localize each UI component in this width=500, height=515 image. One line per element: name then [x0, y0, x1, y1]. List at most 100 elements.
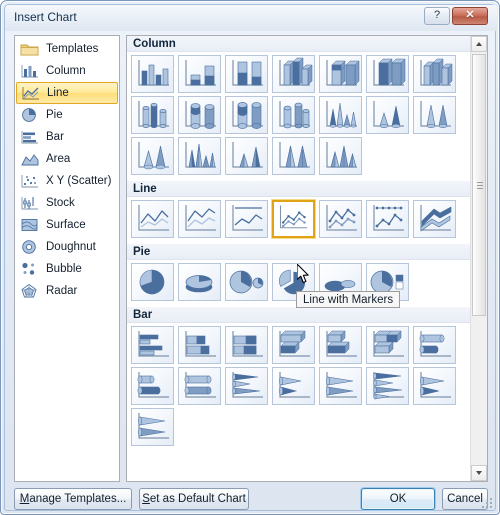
- sidebar-item-bar[interactable]: Bar: [16, 126, 118, 148]
- chart-thumb-pie-3d[interactable]: [178, 263, 221, 301]
- chart-thumb-100-stacked-column[interactable]: [225, 55, 268, 93]
- sidebar-item-label: Pie: [46, 109, 63, 121]
- chart-category-list[interactable]: Templates Column Line Pie Bar Area X Y (Scatte…: [14, 35, 120, 482]
- sidebar-item-label: Area: [46, 153, 71, 165]
- chart-thumb-100-stacked-bar[interactable]: [225, 326, 268, 364]
- chart-thumb-100-stacked-cone[interactable]: [413, 96, 456, 134]
- gallery-section-header: Bar: [127, 307, 472, 323]
- chart-thumb-100-stacked-cylinder-bar[interactable]: [178, 367, 221, 405]
- sidebar-item-surface[interactable]: Surface: [16, 214, 118, 236]
- chart-thumb-3d-clustered-column[interactable]: [272, 55, 315, 93]
- chart-thumb-line-with-markers[interactable]: [272, 200, 315, 238]
- chart-thumb-100-stacked-line-with-markers[interactable]: [366, 200, 409, 238]
- help-button[interactable]: ?: [424, 7, 450, 25]
- radar-chart-icon: [16, 283, 46, 299]
- folder-icon: [16, 41, 46, 57]
- chart-thumb-3d-100-stacked-bar[interactable]: [366, 326, 409, 364]
- scrollbar-thumb[interactable]: [472, 54, 486, 316]
- dialog-button-bar: Manage Templates... Set as Default Chart…: [5, 484, 497, 512]
- chart-thumb-stacked-pyramid[interactable]: [225, 137, 268, 175]
- close-icon[interactable]: ✕: [452, 7, 488, 25]
- resize-grip-icon[interactable]: [482, 498, 494, 510]
- gallery-row: [127, 408, 472, 446]
- sidebar-item-templates[interactable]: Templates: [16, 38, 118, 60]
- chart-thumb-stacked-bar[interactable]: [178, 326, 221, 364]
- chart-thumb-3d-cylinder[interactable]: [272, 96, 315, 134]
- sidebar-item-column[interactable]: Column: [16, 60, 118, 82]
- chart-thumb-pie-of-pie[interactable]: [225, 263, 268, 301]
- bubble-chart-icon: [16, 261, 46, 277]
- dialog-inner-frame: Insert Chart ? ✕ Templates Column Line Pie B…: [4, 4, 497, 512]
- title-bar[interactable]: Insert Chart ? ✕: [5, 5, 497, 31]
- chart-thumb-3d-line[interactable]: [413, 200, 456, 238]
- chart-thumb-3d-stacked-bar[interactable]: [319, 326, 362, 364]
- sidebar-item-x-y-scatter[interactable]: X Y (Scatter): [16, 170, 118, 192]
- chart-thumb-3d-stacked-column[interactable]: [319, 55, 362, 93]
- gallery-row: [127, 367, 472, 405]
- scroll-down-arrow-icon[interactable]: [471, 465, 487, 481]
- chart-thumb-3d-100-stacked-column[interactable]: [366, 55, 409, 93]
- sidebar-item-bubble[interactable]: Bubble: [16, 258, 118, 280]
- chart-thumb-clustered-bar[interactable]: [131, 326, 174, 364]
- chart-thumb-pie[interactable]: [131, 263, 174, 301]
- gallery-row: [127, 55, 472, 93]
- gallery-row: [127, 326, 472, 364]
- sidebar-item-label: Column: [46, 65, 86, 77]
- sidebar-item-label: Radar: [46, 285, 78, 297]
- chart-thumb-clustered-pyramid[interactable]: [178, 137, 221, 175]
- chart-type-tooltip: Line with Markers: [296, 291, 401, 308]
- chart-thumb-100-stacked-line[interactable]: [225, 200, 268, 238]
- sidebar-item-label: X Y (Scatter): [46, 175, 112, 187]
- sidebar-item-label: Bubble: [46, 263, 82, 275]
- line-chart-icon: [17, 85, 47, 101]
- sidebar-item-label: Bar: [46, 131, 64, 143]
- sidebar-item-doughnut[interactable]: Doughnut: [16, 236, 118, 258]
- sidebar-item-pie[interactable]: Pie: [16, 104, 118, 126]
- gallery-row: [127, 137, 472, 175]
- chart-thumb-clustered-cylinder[interactable]: [131, 96, 174, 134]
- chart-thumb-clustered-cone-bar[interactable]: [225, 367, 268, 405]
- chart-thumb-3d-clustered-bar[interactable]: [272, 326, 315, 364]
- chart-thumb-clustered-pyramid-bar[interactable]: [366, 367, 409, 405]
- chart-thumb-100-stacked-cylinder[interactable]: [225, 96, 268, 134]
- sidebar-item-label: Doughnut: [46, 241, 96, 253]
- chart-thumb-3d-column[interactable]: [413, 55, 456, 93]
- gallery-scrollbar[interactable]: [470, 36, 487, 481]
- chart-thumb-stacked-column[interactable]: [178, 55, 221, 93]
- sidebar-item-line[interactable]: Line: [16, 82, 118, 104]
- sidebar-item-label: Stock: [46, 197, 75, 209]
- chart-thumb-stacked-cone-bar[interactable]: [272, 367, 315, 405]
- sidebar-item-radar[interactable]: Radar: [16, 280, 118, 302]
- chart-thumb-stacked-cylinder[interactable]: [178, 96, 221, 134]
- chart-thumb-100-stacked-pyramid[interactable]: [272, 137, 315, 175]
- gallery-section-header: Pie: [127, 244, 472, 260]
- chart-thumb-3d-pyramid[interactable]: [319, 137, 362, 175]
- chart-thumb-stacked-pyramid-bar[interactable]: [413, 367, 456, 405]
- dialog-title: Insert Chart: [14, 10, 77, 24]
- chart-thumb-stacked-cylinder-bar[interactable]: [131, 367, 174, 405]
- chart-thumb-stacked-line-with-markers[interactable]: [319, 200, 362, 238]
- ok-button[interactable]: OK: [361, 488, 435, 510]
- manage-templates-button[interactable]: Manage Templates...: [14, 488, 132, 510]
- chart-thumb-clustered-cone[interactable]: [319, 96, 362, 134]
- gallery-row: [127, 200, 472, 238]
- set-as-default-chart-button[interactable]: Set as Default Chart: [139, 488, 249, 510]
- chart-thumb-clustered-column[interactable]: [131, 55, 174, 93]
- chart-type-gallery[interactable]: Column Line Pie Bar: [127, 36, 472, 481]
- sidebar-item-label: Surface: [46, 219, 86, 231]
- scroll-up-arrow-icon[interactable]: [471, 36, 487, 52]
- chart-thumb-line[interactable]: [131, 200, 174, 238]
- scatter-chart-icon: [16, 173, 46, 189]
- gallery-row: [127, 96, 472, 134]
- chart-thumb-100-stacked-pyramid-bar[interactable]: [131, 408, 174, 446]
- chart-thumb-stacked-line[interactable]: [178, 200, 221, 238]
- doughnut-chart-icon: [16, 239, 46, 255]
- sidebar-item-stock[interactable]: Stock: [16, 192, 118, 214]
- chart-thumb-3d-cone[interactable]: [131, 137, 174, 175]
- scrollbar-grip-icon: [477, 182, 483, 190]
- sidebar-item-area[interactable]: Area: [16, 148, 118, 170]
- chart-thumb-horizontal-cylinder[interactable]: [413, 326, 456, 364]
- stock-chart-icon: [16, 195, 46, 211]
- chart-thumb-100-stacked-cone-bar[interactable]: [319, 367, 362, 405]
- chart-thumb-stacked-cone[interactable]: [366, 96, 409, 134]
